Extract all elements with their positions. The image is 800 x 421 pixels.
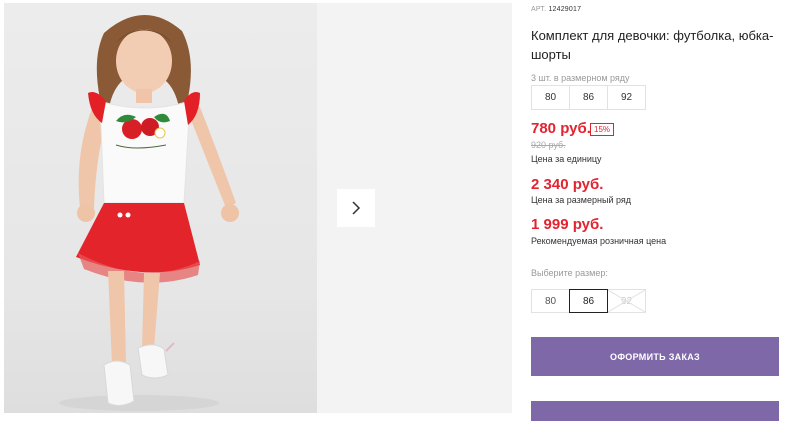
order-button[interactable]: ОФОРМИТЬ ЗАКАЗ	[531, 337, 779, 376]
gallery-next-button[interactable]	[337, 189, 375, 227]
discount-badge: 15%	[590, 123, 615, 136]
size-selector-label: Выберите размер:	[531, 268, 608, 278]
chevron-right-icon	[352, 201, 361, 215]
old-price: 920 руб.	[531, 140, 566, 150]
unit-price-label: Цена за единицу	[531, 154, 602, 164]
pack-size-80: 80	[531, 85, 570, 110]
pack-size-86: 86	[569, 85, 608, 110]
set-price: 2 340 руб.	[531, 176, 604, 193]
product-title: Комплект для девочки: футболка, юбка-шор…	[531, 28, 774, 62]
pack-sizes: 80 86 92	[531, 85, 646, 110]
rrp-price-label: Рекомендуемая розничная цена	[531, 236, 667, 246]
unit-price: 780 руб.	[531, 120, 591, 137]
size-selector: 80 86 92	[531, 289, 646, 313]
article-label: АРТ.	[531, 6, 547, 13]
size-option-92: 92	[607, 289, 646, 313]
unavailable-cross-icon	[608, 290, 645, 312]
product-gallery	[4, 3, 512, 413]
product-photo[interactable]	[4, 3, 317, 413]
article-value: 12429017	[548, 6, 582, 13]
set-price-label: Цена за размерный ряд	[531, 195, 632, 205]
secondary-action-button[interactable]	[531, 401, 779, 421]
pack-size-label: 3 шт. в размерном ряду	[531, 73, 630, 83]
pack-size-92: 92	[607, 85, 646, 110]
girl-photo-illustration	[59, 14, 239, 411]
article-number: АРТ. 12429017	[531, 6, 581, 13]
rrp-price: 1 999 руб.	[531, 216, 604, 233]
size-option-86[interactable]: 86	[569, 289, 608, 313]
size-option-80[interactable]: 80	[531, 289, 570, 313]
